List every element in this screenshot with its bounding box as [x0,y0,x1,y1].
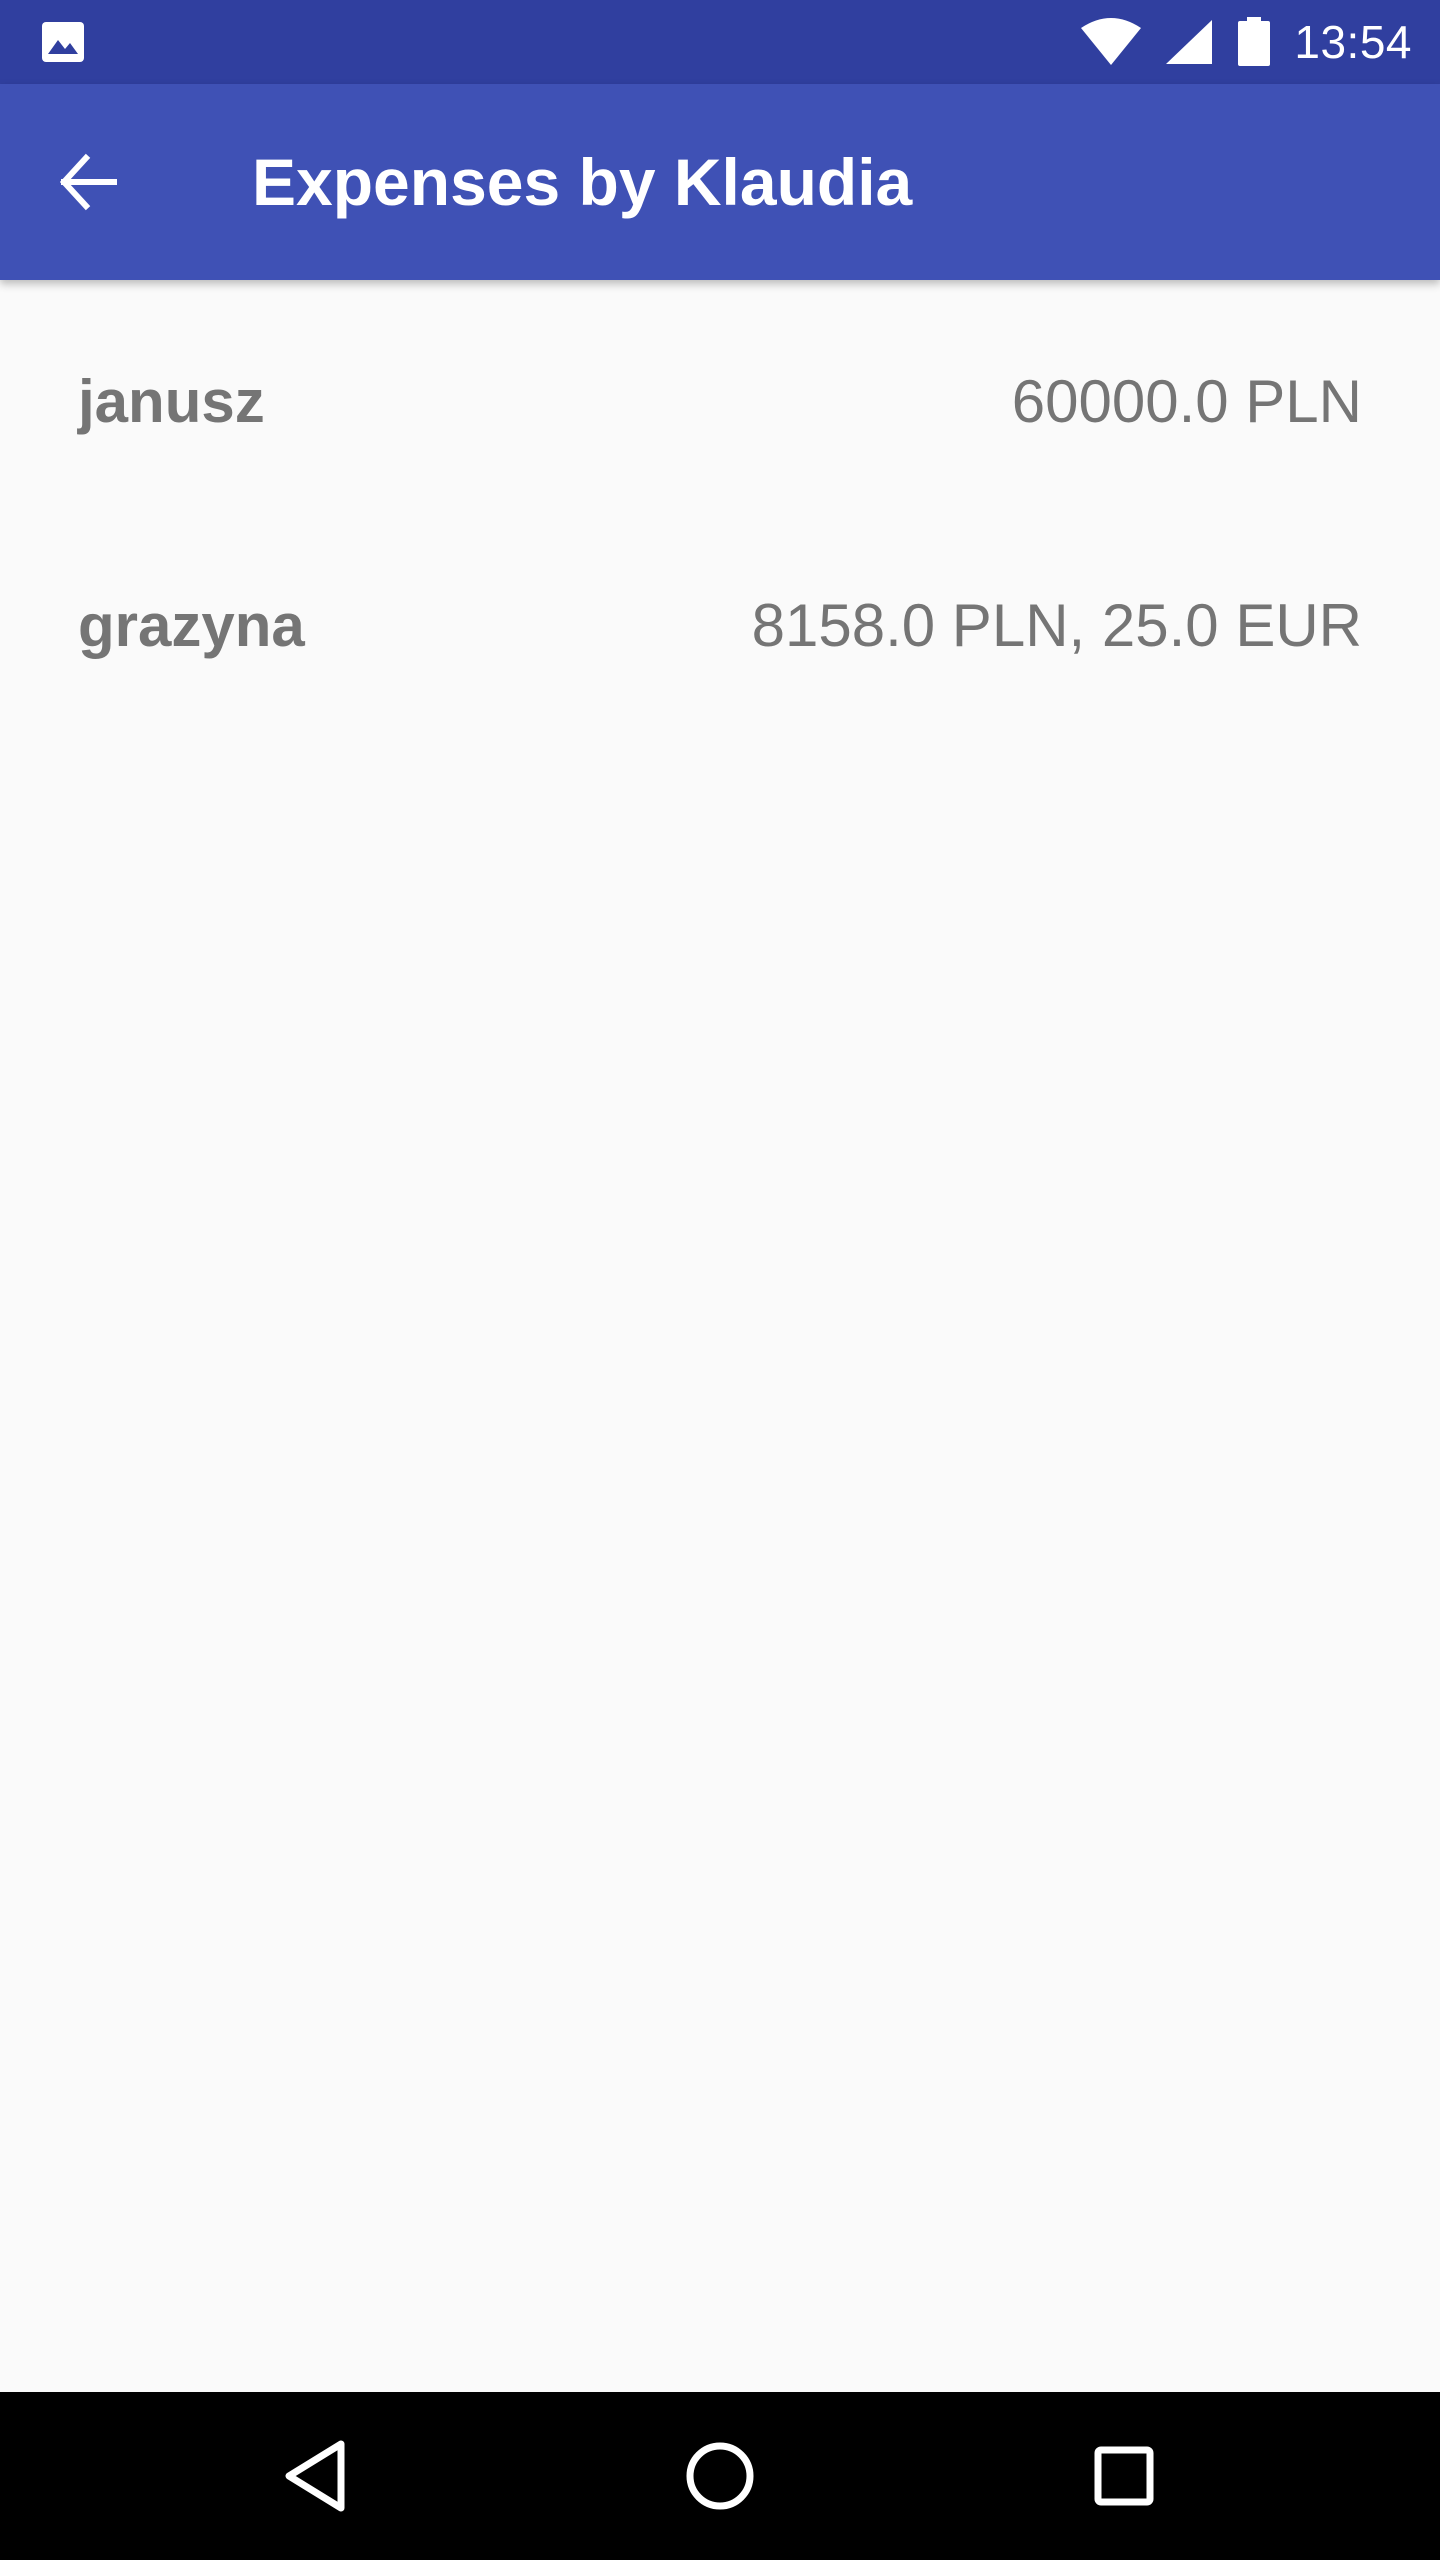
status-time: 13:54 [1294,16,1412,68]
recents-square-icon [1094,2446,1154,2506]
nav-back-button[interactable] [256,2416,376,2536]
back-triangle-icon [285,2440,345,2512]
back-button[interactable] [40,134,136,230]
home-circle-icon [686,2442,754,2510]
wifi-icon [1081,18,1142,65]
list-item[interactable]: janusz 60000.0 PLN [0,280,1440,504]
navigation-bar [0,2392,1440,2560]
expense-list: janusz 60000.0 PLN grazyna 8158.0 PLN, 2… [0,280,1440,728]
page-title: Expenses by Klaudia [252,145,913,219]
nav-recents-button[interactable] [1064,2416,1184,2536]
app-bar: Expenses by Klaudia [0,84,1440,280]
expense-person-name: grazyna [78,592,305,659]
status-icons: 13:54 [1080,0,1412,84]
status-bar: 13:54 [0,0,1440,84]
expense-amount: 8158.0 PLN, 25.0 EUR [751,592,1362,659]
image-notification-icon [42,22,84,62]
expense-person-name: janusz [78,368,265,435]
list-item[interactable]: grazyna 8158.0 PLN, 25.0 EUR [0,504,1440,728]
cellular-signal-icon [1166,20,1213,64]
nav-home-button[interactable] [660,2416,780,2536]
arrow-back-icon [59,153,117,211]
battery-icon [1238,17,1271,66]
expense-amount: 60000.0 PLN [1011,368,1362,435]
